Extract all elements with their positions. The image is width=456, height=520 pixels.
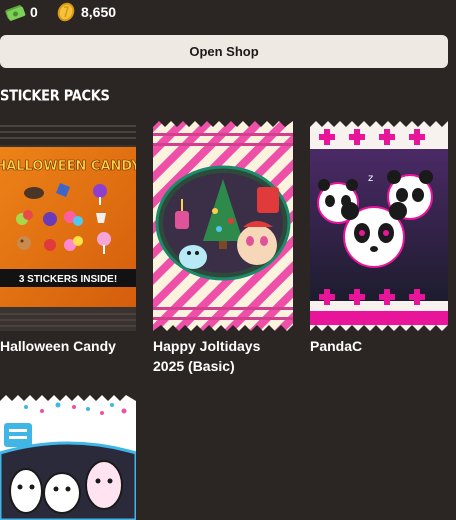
coin-icon — [55, 1, 77, 23]
cash-value: 0 — [30, 4, 38, 20]
halloween-pack-footer: 3 STICKERS INSIDE! — [19, 274, 117, 285]
pack-art-4 — [0, 395, 136, 520]
cash-icon — [4, 1, 26, 23]
pack-art-pandac: z — [310, 121, 448, 331]
pack-name-happy-joltidays: Happy Joltidays 2025 (Basic) — [153, 336, 260, 376]
halloween-pack-title: HALLOWEEN CANDY — [0, 159, 136, 174]
pack-pandac[interactable]: z — [310, 121, 448, 331]
pack-name-line-2: 2025 (Basic) — [153, 358, 235, 374]
svg-text:z: z — [368, 173, 373, 184]
coin-value: 8,650 — [81, 4, 117, 20]
currency-bar: 0 8,650 — [0, 0, 456, 26]
coin-balance: 8,650 — [55, 0, 116, 24]
cash-balance: 0 — [4, 0, 38, 24]
pack-art-halloween: HALLOWEEN CANDY 3 STICKERS INSIDE! — [0, 121, 136, 331]
pack-name-line-1: Happy Joltidays — [153, 338, 261, 354]
pack-happy-joltidays[interactable] — [153, 121, 293, 331]
section-title: STICKER PACKS — [0, 87, 110, 106]
pack-art-joltidays — [153, 121, 293, 331]
pack-name-pandac: PandaC — [310, 338, 363, 354]
open-shop-button[interactable]: Open Shop — [0, 35, 448, 68]
pack-unnamed-4[interactable] — [0, 395, 136, 520]
pack-name-halloween-candy: Halloween Candy — [0, 338, 116, 354]
pack-halloween-candy[interactable]: HALLOWEEN CANDY 3 STICKERS INSIDE! — [0, 121, 136, 331]
